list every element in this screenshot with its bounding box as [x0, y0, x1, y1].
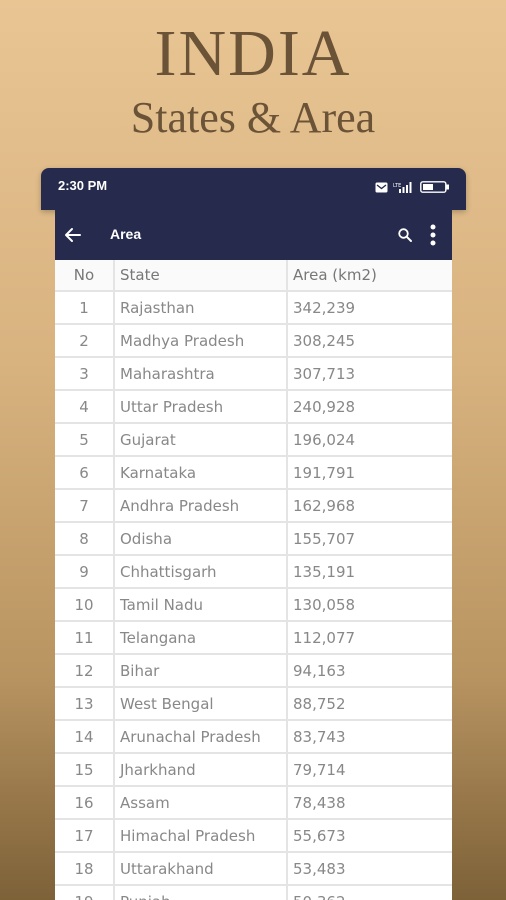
state-name: Karnataka	[115, 457, 288, 490]
state-name: Chhattisgarh	[115, 556, 288, 589]
row-number: 5	[55, 424, 115, 457]
state-name: Uttar Pradesh	[115, 391, 288, 424]
state-name: Maharashtra	[115, 358, 288, 391]
state-name: Bihar	[115, 655, 288, 688]
message-icon	[375, 182, 388, 192]
table-body: 1 Rajasthan 342,239 2 Madhya Pradesh 308,245 3…	[55, 292, 452, 900]
state-area: 79,714	[288, 754, 452, 787]
state-name: Arunachal Pradesh	[115, 721, 288, 754]
state-name: Gujarat	[115, 424, 288, 457]
column-header-area[interactable]: Area (km2)	[288, 260, 452, 292]
table-row[interactable]: 7 Andhra Pradesh 162,968	[55, 490, 452, 523]
row-number: 2	[55, 325, 115, 358]
status-bar: 2:30 PM LTE	[41, 168, 466, 210]
column-header-no[interactable]: No	[55, 260, 115, 292]
state-area: 50,362	[288, 886, 452, 900]
state-area: 308,245	[288, 325, 452, 358]
state-name: West Bengal	[115, 688, 288, 721]
state-area: 53,483	[288, 853, 452, 886]
row-number: 19	[55, 886, 115, 900]
table-row[interactable]: 15 Jharkhand 79,714	[55, 754, 452, 787]
row-number: 15	[55, 754, 115, 787]
state-area: 94,163	[288, 655, 452, 688]
column-header-state[interactable]: State	[115, 260, 288, 292]
state-name: Himachal Pradesh	[115, 820, 288, 853]
state-area: 78,438	[288, 787, 452, 820]
battery-icon	[420, 181, 449, 193]
state-name: Andhra Pradesh	[115, 490, 288, 523]
state-name: Tamil Nadu	[115, 589, 288, 622]
promo-title: INDIA	[154, 17, 352, 90]
table-row[interactable]: 14 Arunachal Pradesh 83,743	[55, 721, 452, 754]
promo-subtitle: States & Area	[130, 93, 376, 142]
search-icon[interactable]	[397, 227, 413, 243]
state-area: 191,791	[288, 457, 452, 490]
table-row[interactable]: 2 Madhya Pradesh 308,245	[55, 325, 452, 358]
state-area: 307,713	[288, 358, 452, 391]
area-table: No State Area (km2) 1 Rajasthan 342,239 2 Ma…	[55, 260, 452, 900]
table-row[interactable]: 4 Uttar Pradesh 240,928	[55, 391, 452, 424]
row-number: 3	[55, 358, 115, 391]
row-number: 8	[55, 523, 115, 556]
table-row[interactable]: 11 Telangana 112,077	[55, 622, 452, 655]
table-row[interactable]: 9 Chhattisgarh 135,191	[55, 556, 452, 589]
more-vert-icon[interactable]	[426, 223, 440, 247]
state-area: 112,077	[288, 622, 452, 655]
state-area: 342,239	[288, 292, 452, 325]
table-row[interactable]: 17 Himachal Pradesh 55,673	[55, 820, 452, 853]
state-area: 88,752	[288, 688, 452, 721]
state-name: Punjab	[115, 886, 288, 900]
row-number: 14	[55, 721, 115, 754]
table-row[interactable]: 16 Assam 78,438	[55, 787, 452, 820]
state-area: 240,928	[288, 391, 452, 424]
row-number: 6	[55, 457, 115, 490]
row-number: 18	[55, 853, 115, 886]
state-area: 135,191	[288, 556, 452, 589]
row-number: 10	[55, 589, 115, 622]
state-name: Jharkhand	[115, 754, 288, 787]
phone-screen: Area No State Area (km2) 1 Rajasthan 342,2…	[55, 210, 452, 900]
table-row[interactable]: 3 Maharashtra 307,713	[55, 358, 452, 391]
state-area: 155,707	[288, 523, 452, 556]
table-row[interactable]: 8 Odisha 155,707	[55, 523, 452, 556]
state-area: 162,968	[288, 490, 452, 523]
row-number: 12	[55, 655, 115, 688]
table-row[interactable]: 10 Tamil Nadu 130,058	[55, 589, 452, 622]
row-number: 1	[55, 292, 115, 325]
state-area: 196,024	[288, 424, 452, 457]
row-number: 7	[55, 490, 115, 523]
table-row[interactable]: 18 Uttarakhand 53,483	[55, 853, 452, 886]
table-row[interactable]: 5 Gujarat 196,024	[55, 424, 452, 457]
app-bar-title: Area	[110, 226, 142, 242]
svg-text:LTE: LTE	[393, 183, 401, 189]
table-header-row: No State Area (km2)	[55, 260, 452, 292]
row-number: 17	[55, 820, 115, 853]
app-bar: Area	[55, 210, 452, 260]
state-name: Assam	[115, 787, 288, 820]
row-number: 11	[55, 622, 115, 655]
table-row[interactable]: 12 Bihar 94,163	[55, 655, 452, 688]
status-icons: LTE	[375, 181, 450, 193]
back-arrow-icon[interactable]	[62, 224, 84, 246]
row-number: 13	[55, 688, 115, 721]
state-name: Odisha	[115, 523, 288, 556]
state-name: Rajasthan	[115, 292, 288, 325]
signal-icon: LTE	[393, 182, 412, 193]
state-name: Madhya Pradesh	[115, 325, 288, 358]
state-name: Uttarakhand	[115, 853, 288, 886]
state-area: 55,673	[288, 820, 452, 853]
state-area: 130,058	[288, 589, 452, 622]
table-row[interactable]: 1 Rajasthan 342,239	[55, 292, 452, 325]
table-row[interactable]: 19Punjab50,362	[55, 886, 452, 900]
status-time: 2:30 PM	[58, 178, 108, 193]
row-number: 4	[55, 391, 115, 424]
state-name: Telangana	[115, 622, 288, 655]
table-row[interactable]: 13 West Bengal 88,752	[55, 688, 452, 721]
state-area: 83,743	[288, 721, 452, 754]
row-number: 16	[55, 787, 115, 820]
row-number: 9	[55, 556, 115, 589]
table-row[interactable]: 6 Karnataka 191,791	[55, 457, 452, 490]
